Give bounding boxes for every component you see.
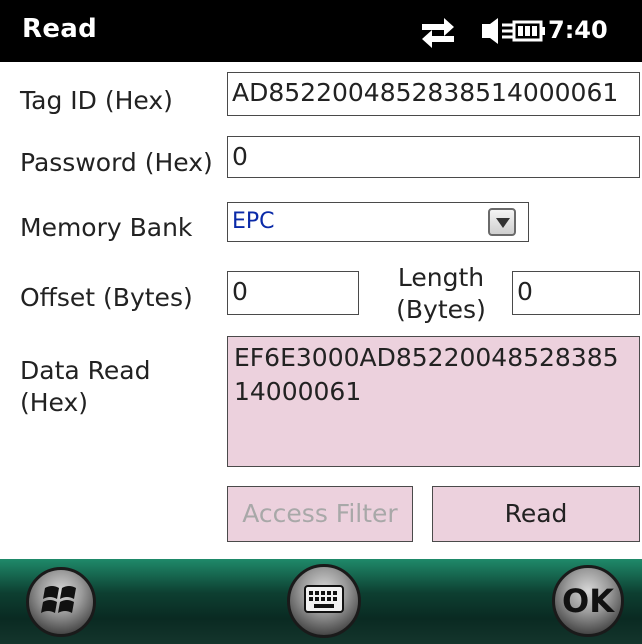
bottom-bar: OK (0, 559, 642, 644)
keyboard-button[interactable] (287, 564, 361, 638)
connectivity-icon[interactable] (418, 14, 458, 52)
ok-button[interactable]: OK (552, 565, 624, 637)
clock[interactable]: 7:40 (548, 16, 608, 44)
tag-id-label: Tag ID (Hex) (20, 86, 173, 115)
window-title: Read (22, 14, 98, 44)
memory-bank-select[interactable]: EPC (227, 202, 529, 242)
dropdown-arrow-icon[interactable] (488, 208, 516, 236)
length-label: Length (Bytes) (396, 263, 486, 324)
password-field[interactable]: 0 (227, 136, 640, 178)
windows-start-icon (41, 580, 81, 624)
offset-field[interactable]: 0 (227, 271, 359, 315)
battery-icon[interactable] (512, 14, 546, 52)
tag-id-field[interactable]: AD852200485283851400006​1 (227, 72, 640, 116)
password-label: Password (Hex) (20, 148, 213, 177)
ok-icon: OK (562, 582, 614, 620)
memory-bank-label: Memory Bank (20, 213, 193, 242)
data-read-label: Data Read (Hex) (20, 356, 151, 417)
title-bar: Read 7:40 (0, 0, 642, 62)
volume-icon[interactable] (476, 14, 516, 52)
windows-start-button[interactable] (26, 567, 96, 637)
memory-bank-value: EPC (232, 209, 275, 234)
read-button[interactable]: Read (432, 486, 640, 542)
offset-label: Offset (Bytes) (20, 283, 193, 312)
data-read-field[interactable]: EF6E3000AD852200485283851400006​1 (227, 336, 640, 467)
length-field[interactable]: 0 (512, 271, 640, 315)
access-filter-button[interactable]: Access Filter (227, 486, 413, 542)
keyboard-icon (304, 585, 344, 617)
